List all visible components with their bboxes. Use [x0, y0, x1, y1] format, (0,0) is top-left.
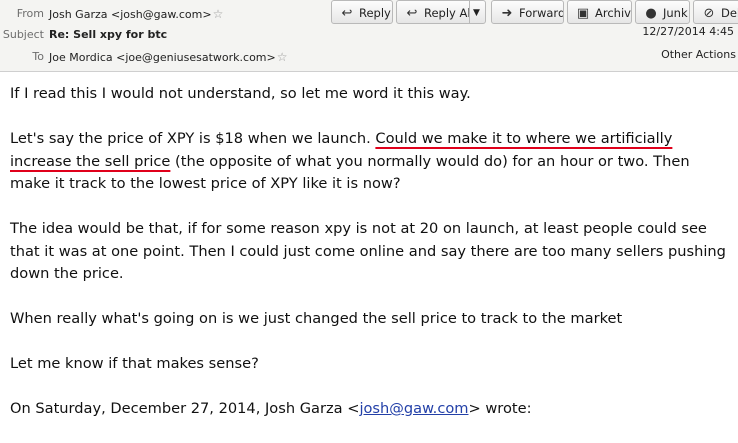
forward-label: Forward [519, 6, 564, 20]
archive-box-icon: ▣ [576, 6, 590, 21]
archive-label: Archive [595, 6, 631, 20]
body-paragraph: The idea would be that, if for some reas… [10, 220, 726, 282]
reply-button[interactable]: ↩ Reply [331, 0, 393, 24]
reply-all-button[interactable]: ↩ Reply All [396, 0, 470, 24]
archive-button[interactable]: ▣ Archive [567, 0, 632, 24]
subject-value: Re: Sell xpy for btc [49, 28, 168, 41]
body-text: On Saturday, December 27, 2014, Josh Gar… [10, 400, 360, 417]
message-body: If I read this I would not understand, s… [10, 83, 734, 443]
other-actions-menu[interactable]: Other Actions [661, 48, 736, 61]
from-label: From [16, 7, 44, 20]
quote-attribution: On Saturday, December 27, 2014, Josh Gar… [10, 398, 734, 421]
chevron-down-icon: ▼ [473, 8, 480, 18]
body-paragraph: When really what's going on is we just c… [10, 310, 623, 327]
forward-button[interactable]: ➜ Forward [491, 0, 564, 24]
from-address[interactable]: Josh Garza <josh@gaw.com> [49, 8, 212, 21]
junk-button[interactable]: ● Junk [635, 0, 690, 24]
email-link[interactable]: josh@gaw.com [359, 400, 468, 417]
body-text: Let's say the price of XPY is $18 when w… [10, 130, 376, 147]
reply-label: Reply [359, 6, 391, 20]
star-icon[interactable]: ☆ [213, 7, 224, 21]
body-text: > wrote: [468, 400, 532, 417]
junk-fire-icon: ● [645, 6, 657, 21]
delete-circle-icon: ⊘ [703, 6, 715, 21]
from-row: From Josh Garza <josh@gaw.com>☆ [0, 4, 330, 24]
message-header: From Josh Garza <josh@gaw.com>☆ Subject … [0, 0, 738, 72]
delete-label: Dele [721, 6, 738, 20]
body-paragraph: Let's say the price of XPY is $18 when w… [10, 128, 734, 196]
to-row: To Joe Mordica <joe@geniusesatwork.com>☆ [0, 47, 400, 67]
from-value[interactable]: Josh Garza <josh@gaw.com>☆ [49, 4, 223, 25]
message-date: 12/27/2014 4:45 [642, 25, 734, 38]
reply-arrow-icon: ↩ [341, 6, 353, 21]
to-address[interactable]: Joe Mordica <joe@geniusesatwork.com> [49, 51, 276, 64]
to-value[interactable]: Joe Mordica <joe@geniusesatwork.com>☆ [49, 47, 288, 68]
body-paragraph: Let me know if that makes sense? [10, 355, 259, 372]
to-label: To [32, 50, 44, 63]
reply-all-label: Reply All [424, 6, 470, 20]
subject-label: Subject [2, 28, 44, 41]
junk-label: Junk [663, 6, 688, 20]
body-paragraph: If I read this I would not understand, s… [10, 85, 471, 102]
delete-button[interactable]: ⊘ Dele [693, 0, 738, 24]
reply-all-arrow-icon: ↩ [406, 6, 418, 21]
subject-row: Subject Re: Sell xpy for btc [0, 25, 400, 45]
forward-arrow-icon: ➜ [501, 6, 513, 21]
reply-all-dropdown-button[interactable]: ▼ [469, 0, 486, 24]
star-icon[interactable]: ☆ [277, 50, 288, 64]
